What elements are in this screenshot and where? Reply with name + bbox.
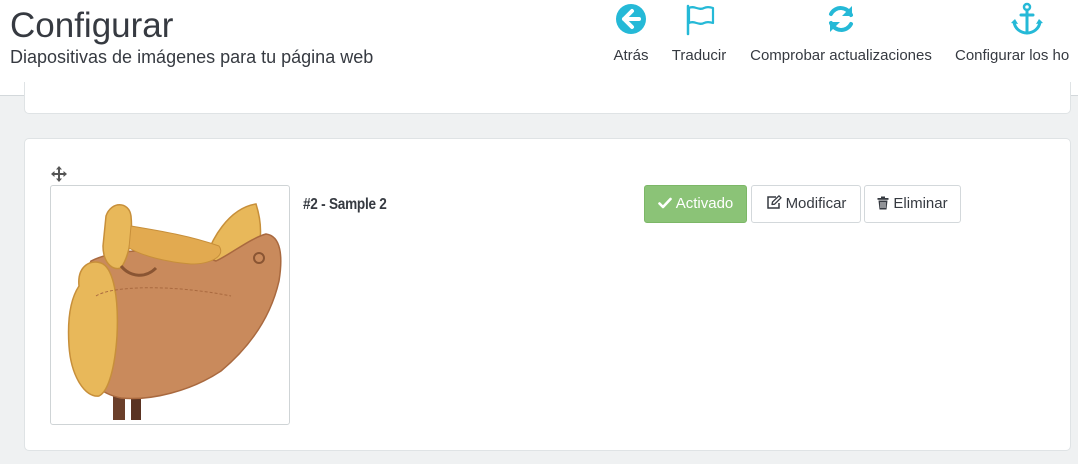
translate-button[interactable]: Traducir <box>664 0 734 76</box>
status-label: Activado <box>675 195 734 213</box>
edit-button[interactable]: Modificar <box>751 185 861 223</box>
configure-hooks-label: Configurar los ho <box>955 47 1070 64</box>
delete-label: Eliminar <box>893 195 948 213</box>
refresh-icon <box>829 6 853 32</box>
arrow-circle-left-icon <box>616 4 646 34</box>
check-updates-label: Comprobar actualizaciones <box>750 47 932 64</box>
edit-icon <box>766 195 782 209</box>
slide-thumbnail[interactable] <box>50 185 290 425</box>
back-label: Atrás <box>613 47 649 64</box>
back-button[interactable]: Atrás <box>606 0 656 76</box>
translate-label: Traducir <box>671 47 727 64</box>
trash-icon <box>877 196 889 210</box>
flag-icon <box>686 4 715 36</box>
saddle-image <box>67 203 282 420</box>
anchor-icon <box>1011 2 1043 35</box>
slide-title: #2 - Sample 2 <box>303 196 387 213</box>
check-icon <box>657 197 672 208</box>
check-updates-button[interactable]: Comprobar actualizaciones <box>744 0 938 76</box>
status-toggle-button[interactable]: Activado <box>644 185 747 223</box>
delete-button[interactable]: Eliminar <box>864 185 961 223</box>
edit-label: Modificar <box>785 195 847 213</box>
move-icon[interactable] <box>50 165 68 183</box>
previous-slide-panel <box>24 82 1071 114</box>
configure-hooks-button[interactable]: Configurar los ho <box>955 0 1078 76</box>
